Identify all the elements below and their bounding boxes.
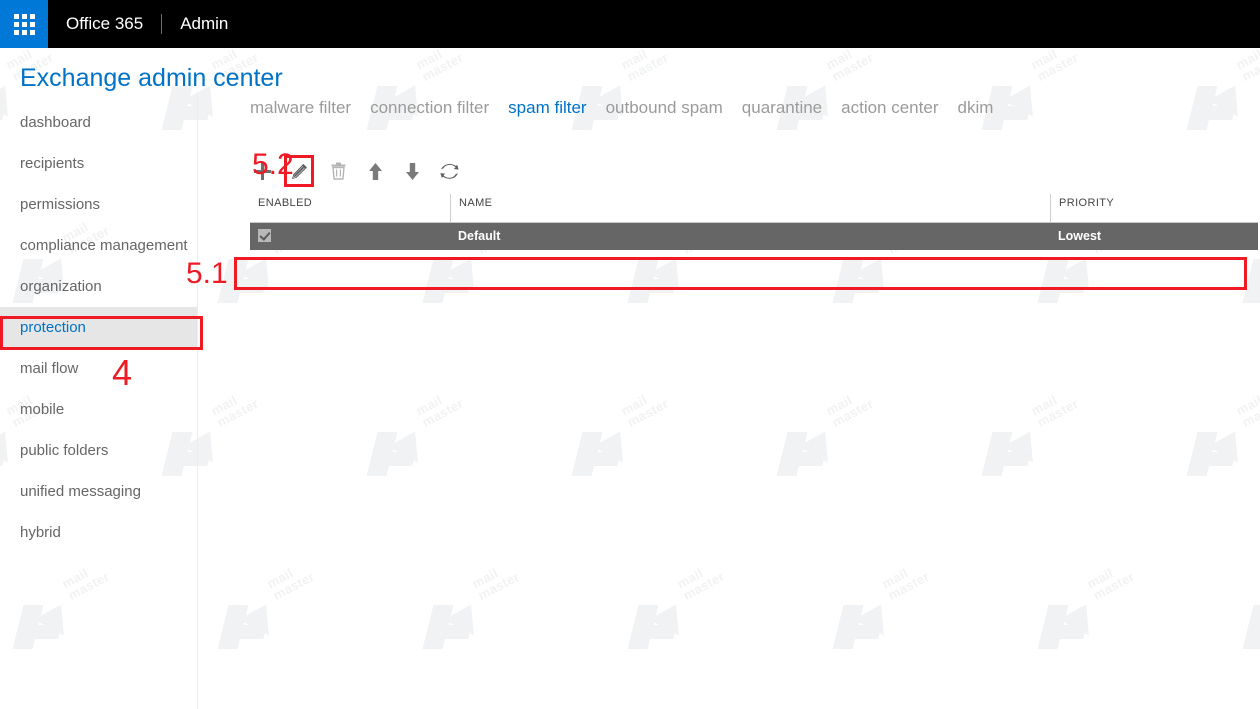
waffle-grid-icon [13,13,35,35]
grid-toolbar [250,155,1260,187]
refresh-icon [439,163,459,180]
cell-name: Default [458,229,501,243]
move-up-button[interactable] [363,158,387,184]
tab-dkim[interactable]: dkim [957,98,993,118]
admin-section-label[interactable]: Admin [162,0,246,48]
sidebar-item-mobile[interactable]: mobile [0,389,197,430]
table-row[interactable]: Default Lowest [250,223,1258,250]
tab-bar: malware filter connection filter spam filt… [250,92,1260,118]
main-layout: dashboard recipients permissions compliance… [0,92,1260,709]
delete-button[interactable] [326,158,350,184]
sidebar-item-organization[interactable]: organization [0,266,197,307]
sidebar-navigation: dashboard recipients permissions compliance… [0,92,198,709]
sidebar-item-public-folders[interactable]: public folders [0,430,197,471]
sidebar-item-hybrid[interactable]: hybrid [0,512,197,553]
app-launcher-button[interactable] [0,0,48,48]
suite-bar: Office 365 Admin [0,0,1260,48]
sidebar-item-permissions[interactable]: permissions [0,184,197,225]
cell-enabled[interactable] [250,223,450,250]
content-area: malware filter connection filter spam filt… [198,92,1260,709]
spam-filter-grid: ENABLED NAME PRIORITY Default Lowest [250,194,1258,250]
tab-spam-filter[interactable]: spam filter [508,98,586,118]
move-down-button[interactable] [400,158,424,184]
sidebar-item-mail-flow[interactable]: mail flow [0,348,197,389]
arrow-down-icon [405,162,420,181]
sidebar-item-dashboard[interactable]: dashboard [0,102,197,143]
enabled-checkbox[interactable] [258,229,271,243]
pencil-icon [291,163,308,180]
column-header-enabled[interactable]: ENABLED [250,194,450,222]
sidebar-item-protection[interactable]: protection [0,307,197,348]
column-header-priority[interactable]: PRIORITY [1050,194,1258,222]
column-header-name[interactable]: NAME [450,194,1050,222]
new-button[interactable] [250,158,274,184]
refresh-button[interactable] [437,158,461,184]
plus-icon [253,162,272,181]
tab-malware-filter[interactable]: malware filter [250,98,351,118]
page-title: Exchange admin center [20,64,283,92]
tab-quarantine[interactable]: quarantine [742,98,822,118]
trash-icon [331,162,346,180]
tab-outbound-spam[interactable]: outbound spam [606,98,723,118]
arrow-up-icon [368,162,383,181]
edit-button[interactable] [284,155,314,187]
sidebar-item-recipients[interactable]: recipients [0,143,197,184]
tab-connection-filter[interactable]: connection filter [370,98,489,118]
sidebar-item-unified-messaging[interactable]: unified messaging [0,471,197,512]
sidebar-item-compliance-management[interactable]: compliance management [0,225,197,266]
grid-header-row: ENABLED NAME PRIORITY [250,194,1258,223]
tab-action-center[interactable]: action center [841,98,938,118]
office-365-brand[interactable]: Office 365 [48,0,161,48]
cell-priority: Lowest [1058,229,1102,243]
